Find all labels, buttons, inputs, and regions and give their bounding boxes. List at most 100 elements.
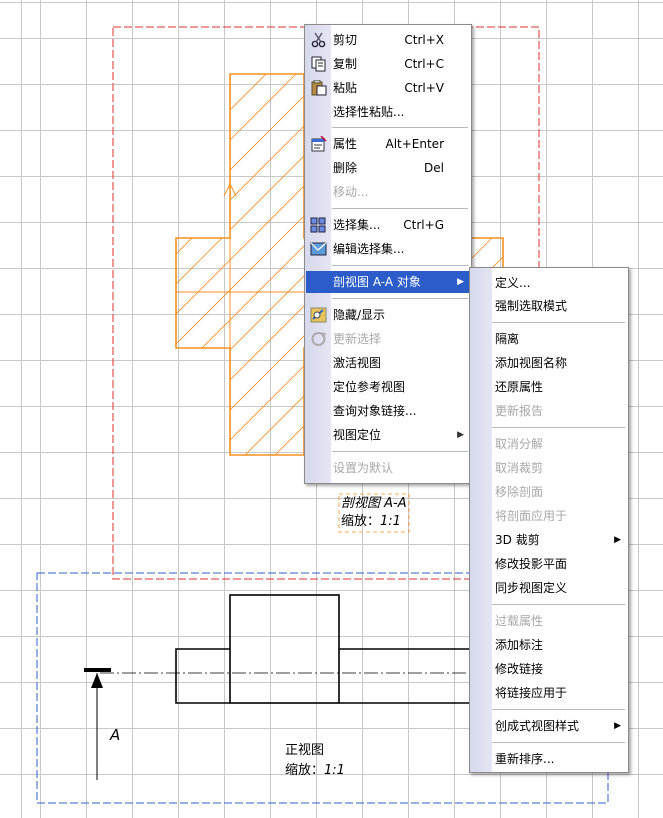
menu-item-label: 更新选择 — [333, 332, 382, 346]
submenu-item-modify-projection-plane[interactable]: 修改投影平面 — [471, 553, 627, 575]
submenu-item-force-pick-mode[interactable]: 强制选取模式 — [471, 295, 627, 317]
menu-item-shortcut: Ctrl+C — [404, 57, 444, 71]
menu-separator — [332, 265, 468, 267]
submenu-item-add-annotation[interactable]: 添加标注 — [471, 634, 627, 656]
menu-item-label: 粘贴 — [333, 81, 358, 95]
submenu-item-label: 将剖面应用于 — [495, 509, 568, 523]
submenu-item-label: 修改投影平面 — [495, 557, 568, 571]
menu-separator — [492, 322, 625, 324]
menu-item-label: 选择性粘贴... — [333, 105, 405, 119]
section-view-scale: 缩放：1:1 — [341, 514, 401, 529]
menu-item-shortcut: Ctrl+G — [403, 218, 444, 232]
menu-item-label: 选择集... — [333, 218, 381, 232]
submenu-arrow-icon: ▶ — [457, 277, 464, 287]
front-scale-label: 缩放： — [285, 763, 325, 778]
front-view-title: 正视图 — [285, 743, 324, 758]
menu-item-hide-show[interactable]: 隐藏/显示 — [306, 304, 470, 326]
section-cut-symbol[interactable] — [84, 668, 111, 780]
menu-item-activate-view[interactable]: 激活视图 — [306, 352, 470, 374]
submenu-item-restore-properties[interactable]: 还原属性 — [471, 376, 627, 398]
submenu-item-define[interactable]: 定义... — [471, 272, 627, 294]
menu-item-edit-selection-set[interactable]: 编辑选择集... — [306, 238, 470, 260]
menu-item-shortcut: Ctrl+V — [404, 81, 444, 95]
submenu-item-label: 修改链接 — [495, 662, 544, 676]
menu-item-view-positioning[interactable]: 视图定位 ▶ — [306, 424, 470, 446]
submenu-item-label: 创成式视图样式 — [495, 719, 580, 733]
menu-separator — [332, 127, 468, 129]
submenu-item-label: 强制选取模式 — [495, 299, 568, 313]
front-view-scale: 缩放：1:1 — [285, 763, 345, 778]
front-scale-value: 1:1 — [324, 763, 345, 778]
menu-item-shortcut: Alt+Enter — [385, 137, 444, 151]
menu-item-move: 移动... — [306, 181, 470, 203]
submenu-item-cancel-explode: 取消分解 — [471, 433, 627, 455]
submenu-item-label: 将链接应用于 — [495, 686, 568, 700]
section-view-title: 剖视图 A-A — [341, 496, 407, 511]
submenu-item-3d-clipping[interactable]: 3D 裁剪 ▶ — [471, 529, 627, 551]
menu-item-label: 剪切 — [333, 33, 358, 47]
menu-item-copy[interactable]: 复制 Ctrl+C — [306, 53, 470, 75]
submenu-arrow-icon: ▶ — [614, 721, 621, 731]
menu-item-label: 视图定位 — [333, 428, 382, 442]
menu-item-update-selection: 更新选择 — [306, 328, 470, 350]
submenu-item-apply-link-to[interactable]: 将链接应用于 — [471, 682, 627, 704]
section-view-name: 剖视图 A-A — [341, 496, 407, 511]
menu-item-label: 设置为默认 — [333, 461, 394, 475]
submenu-item-label: 添加视图名称 — [495, 356, 568, 370]
submenu-item-remove-section: 移除剖面 — [471, 481, 627, 503]
menu-item-query-object-links[interactable]: 查询对象链接... — [306, 400, 470, 422]
section-scale-value: 1:1 — [380, 514, 401, 529]
menu-item-label: 属性 — [333, 137, 358, 151]
menu-item-label: 删除 — [333, 161, 358, 175]
menu-separator — [492, 604, 625, 606]
paste-icon — [311, 80, 327, 96]
submenu-item-update-report: 更新报告 — [471, 400, 627, 422]
menu-item-cut[interactable]: 剪切 Ctrl+X — [306, 29, 470, 51]
menu-item-paste[interactable]: 粘贴 Ctrl+V — [306, 77, 470, 99]
submenu-item-label: 同步视图定义 — [495, 581, 568, 595]
submenu-item-label: 移除剖面 — [495, 485, 544, 499]
submenu-item-generative-view-style[interactable]: 创成式视图样式 ▶ — [471, 715, 627, 737]
menu-item-label: 复制 — [333, 57, 358, 71]
submenu-item-label: 过载属性 — [495, 614, 544, 628]
menu-item-label: 定位参考视图 — [333, 380, 406, 394]
menu-item-label: 移动... — [333, 185, 369, 199]
submenu-arrow-icon: ▶ — [457, 430, 464, 440]
hide-show-icon — [310, 307, 327, 323]
submenu-item-reorder[interactable]: 重新排序... — [471, 748, 627, 770]
submenu-item-sync-view-definition[interactable]: 同步视图定义 — [471, 577, 627, 599]
menu-item-selection-set[interactable]: 选择集... Ctrl+G — [306, 214, 470, 236]
menu-item-label: 隐藏/显示 — [333, 308, 386, 322]
front-view-geometry[interactable] — [175, 594, 470, 704]
menu-item-delete[interactable]: 删除 Del — [306, 157, 470, 179]
menu-item-shortcut: Ctrl+X — [404, 33, 444, 47]
submenu-item-label: 重新排序... — [495, 752, 555, 766]
menu-item-properties[interactable]: 属性 Alt+Enter — [306, 133, 470, 155]
submenu-arrow-icon: ▶ — [614, 535, 621, 545]
submenu-item-modify-link[interactable]: 修改链接 — [471, 658, 627, 680]
menu-item-label: 激活视图 — [333, 356, 382, 370]
section-view-submenu: 定义... 强制选取模式 隔离 添加视图名称 还原属性 更新报告 取消分解 取消… — [469, 267, 629, 773]
menu-item-section-view-object[interactable]: 剖视图 A-A 对象 ▶ — [306, 271, 470, 293]
menu-item-label: 剖视图 A-A 对象 — [333, 275, 421, 289]
menu-item-paste-special[interactable]: 选择性粘贴... — [306, 101, 470, 123]
submenu-item-add-view-name[interactable]: 添加视图名称 — [471, 352, 627, 374]
menu-separator — [492, 427, 625, 429]
submenu-item-label: 取消裁剪 — [495, 461, 544, 475]
menu-item-locate-reference-view[interactable]: 定位参考视图 — [306, 376, 470, 398]
update-icon — [311, 332, 327, 346]
edit-selection-set-icon — [310, 242, 327, 256]
submenu-item-label: 隔离 — [495, 332, 520, 346]
submenu-item-label: 还原属性 — [495, 380, 544, 394]
properties-icon — [311, 136, 327, 152]
menu-separator — [492, 742, 625, 744]
menu-item-set-as-default: 设置为默认 — [306, 457, 470, 479]
submenu-item-isolate[interactable]: 隔离 — [471, 328, 627, 350]
menu-separator — [332, 298, 468, 300]
copy-icon — [311, 56, 326, 72]
menu-item-label: 编辑选择集... — [333, 242, 405, 256]
section-arrow-label: A — [110, 726, 121, 744]
menu-item-label: 查询对象链接... — [333, 404, 417, 418]
menu-separator — [332, 451, 468, 453]
menu-item-shortcut: Del — [424, 161, 444, 175]
